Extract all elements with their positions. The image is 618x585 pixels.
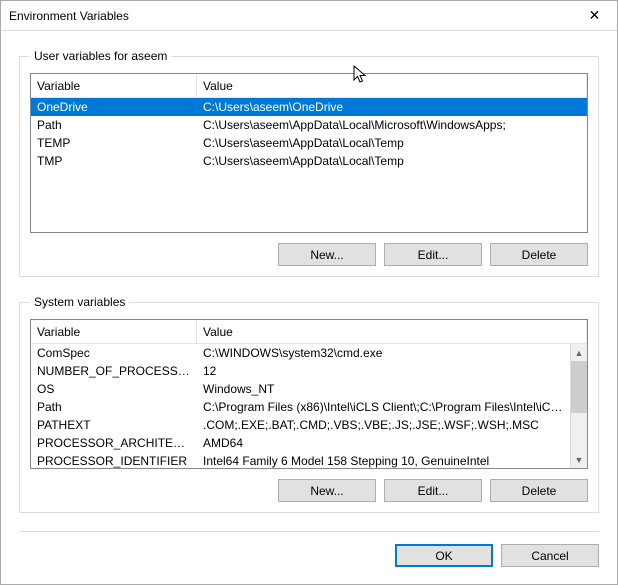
variable-value-cell: C:\Users\aseem\AppData\Local\Temp [197,136,587,150]
system-variables-legend: System variables [30,295,129,309]
table-row[interactable]: NUMBER_OF_PROCESSORS12 [31,362,570,380]
scroll-down-icon[interactable]: ▼ [571,451,587,468]
variable-name-cell: OS [31,382,197,396]
user-list-header: Variable Value [31,74,587,98]
dialog-footer: OK Cancel [19,531,599,567]
variable-value-cell: C:\Users\aseem\OneDrive [197,100,587,114]
user-col-variable[interactable]: Variable [31,74,197,97]
dialog-content: User variables for aseem Variable Value … [1,31,617,579]
table-row[interactable]: PROCESSOR_ARCHITECTUREAMD64 [31,434,570,452]
system-list-body: ComSpecC:\WINDOWS\system32\cmd.exeNUMBER… [31,344,570,468]
variable-name-cell: PATHEXT [31,418,197,432]
variable-name-cell: Path [31,400,197,414]
user-variables-group: User variables for aseem Variable Value … [19,49,599,277]
user-variables-legend: User variables for aseem [30,49,171,63]
window-title: Environment Variables [9,9,572,23]
variable-name-cell: TMP [31,154,197,168]
ok-button[interactable]: OK [395,544,493,567]
table-row[interactable]: PathC:\Users\aseem\AppData\Local\Microso… [31,116,587,134]
table-row[interactable]: TEMPC:\Users\aseem\AppData\Local\Temp [31,134,587,152]
system-variables-list[interactable]: Variable Value ComSpecC:\WINDOWS\system3… [30,319,588,469]
system-col-value[interactable]: Value [197,320,587,343]
variable-value-cell: .COM;.EXE;.BAT;.CMD;.VBS;.VBE;.JS;.JSE;.… [197,418,570,432]
variable-name-cell: OneDrive [31,100,197,114]
system-buttons: New... Edit... Delete [30,479,588,502]
table-row[interactable]: TMPC:\Users\aseem\AppData\Local\Temp [31,152,587,170]
variable-value-cell: C:\Program Files (x86)\Intel\iCLS Client… [197,400,570,414]
scroll-up-icon[interactable]: ▲ [571,344,587,361]
variable-name-cell: ComSpec [31,346,197,360]
table-row[interactable]: PATHEXT.COM;.EXE;.BAT;.CMD;.VBS;.VBE;.JS… [31,416,570,434]
variable-name-cell: PROCESSOR_IDENTIFIER [31,454,197,468]
variable-value-cell: AMD64 [197,436,570,450]
variable-name-cell: NUMBER_OF_PROCESSORS [31,364,197,378]
system-scrollbar[interactable]: ▲ ▼ [570,344,587,468]
system-variables-group: System variables Variable Value ComSpecC… [19,295,599,513]
variable-name-cell: PROCESSOR_ARCHITECTURE [31,436,197,450]
table-row[interactable]: OSWindows_NT [31,380,570,398]
close-button[interactable]: ✕ [572,1,617,31]
variable-value-cell: C:\WINDOWS\system32\cmd.exe [197,346,570,360]
table-row[interactable]: ComSpecC:\WINDOWS\system32\cmd.exe [31,344,570,362]
system-list-header: Variable Value [31,320,587,344]
table-row[interactable]: PathC:\Program Files (x86)\Intel\iCLS Cl… [31,398,570,416]
user-edit-button[interactable]: Edit... [384,243,482,266]
table-row[interactable]: PROCESSOR_IDENTIFIERIntel64 Family 6 Mod… [31,452,570,468]
system-edit-button[interactable]: Edit... [384,479,482,502]
close-icon: ✕ [589,7,601,24]
table-row[interactable]: OneDriveC:\Users\aseem\OneDrive [31,98,587,116]
user-variables-list[interactable]: Variable Value OneDriveC:\Users\aseem\On… [30,73,588,233]
variable-value-cell: C:\Users\aseem\AppData\Local\Microsoft\W… [197,118,587,132]
titlebar: Environment Variables ✕ [1,1,617,31]
variable-name-cell: Path [31,118,197,132]
system-col-variable[interactable]: Variable [31,320,197,343]
variable-name-cell: TEMP [31,136,197,150]
scroll-thumb[interactable] [571,361,587,413]
user-new-button[interactable]: New... [278,243,376,266]
user-list-body: OneDriveC:\Users\aseem\OneDrivePathC:\Us… [31,98,587,232]
variable-value-cell: 12 [197,364,570,378]
cancel-button[interactable]: Cancel [501,544,599,567]
system-delete-button[interactable]: Delete [490,479,588,502]
system-new-button[interactable]: New... [278,479,376,502]
user-delete-button[interactable]: Delete [490,243,588,266]
user-buttons: New... Edit... Delete [30,243,588,266]
user-col-value[interactable]: Value [197,74,587,97]
variable-value-cell: Intel64 Family 6 Model 158 Stepping 10, … [197,454,570,468]
variable-value-cell: Windows_NT [197,382,570,396]
variable-value-cell: C:\Users\aseem\AppData\Local\Temp [197,154,587,168]
